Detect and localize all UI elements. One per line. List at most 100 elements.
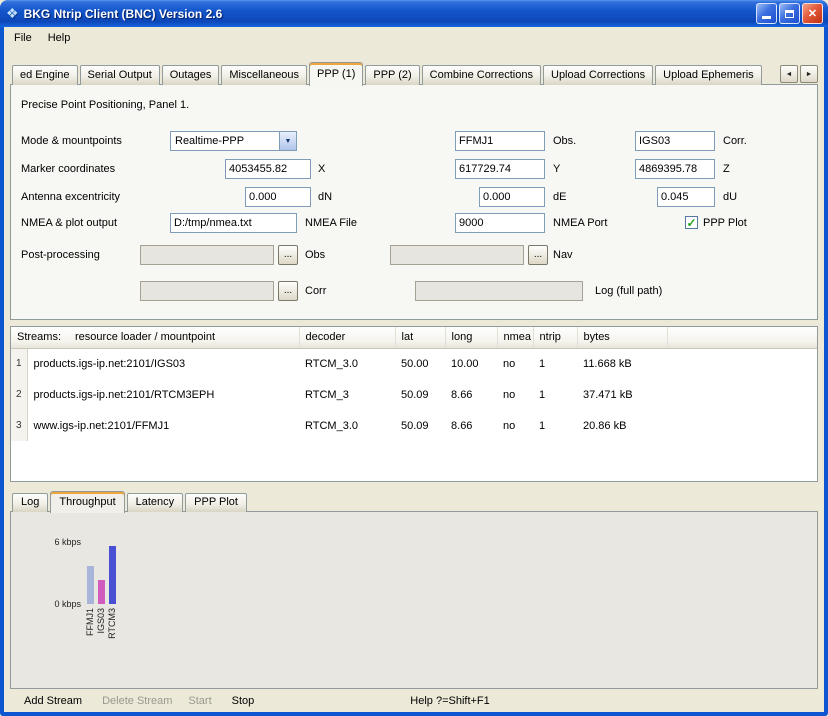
post-obs-browse-button[interactable]: ... — [278, 245, 298, 265]
y-label: Y — [553, 159, 560, 179]
post-processing-label: Post-processing — [21, 245, 100, 265]
cell-bytes: 11.668 kB — [577, 348, 667, 379]
de-label: dE — [553, 187, 566, 207]
cell-ntrip: 1 — [533, 348, 577, 379]
stop-button[interactable]: Stop — [226, 695, 261, 707]
marker-z-input[interactable] — [635, 159, 715, 179]
row-number: 2 — [11, 379, 27, 410]
footer-bar: Add Stream Delete Stream Start Stop Help… — [10, 689, 818, 712]
delete-stream-button[interactable]: Delete Stream — [96, 695, 178, 707]
col-header-bytes: bytes — [577, 327, 667, 348]
col-header-decoder: decoder — [299, 327, 395, 348]
marker-y-input[interactable] — [455, 159, 545, 179]
add-stream-button[interactable]: Add Stream — [18, 695, 88, 707]
minimize-button[interactable] — [756, 3, 777, 24]
corr-label: Corr. — [723, 131, 747, 151]
post-log-label: Log (full path) — [595, 281, 662, 301]
panel-title: Precise Point Positioning, Panel 1. — [21, 99, 189, 111]
tab-upload-corrections[interactable]: Upload Corrections — [543, 65, 653, 85]
tab-upload-ephemeris[interactable]: Upload Ephemeris — [655, 65, 762, 85]
antenna-du-input[interactable] — [657, 187, 715, 207]
post-nav-input[interactable] — [390, 245, 524, 265]
nmea-port-input[interactable] — [455, 213, 545, 233]
xlabel-rtcm3: RTCM3 — [107, 608, 117, 639]
cell-bytes: 37.471 kB — [577, 379, 667, 410]
post-corr-browse-button[interactable]: ... — [278, 281, 298, 301]
ppp-plot-checkbox[interactable]: ✓ — [685, 216, 698, 229]
window-title: BKG Ntrip Client (BNC) Version 2.6 — [24, 7, 754, 21]
close-button[interactable]: ✕ — [802, 3, 823, 24]
row-number: 1 — [11, 348, 27, 379]
checkmark-icon: ✓ — [686, 218, 696, 228]
tab-scroll-left-button[interactable]: ◄ — [780, 65, 798, 83]
menu-file[interactable]: File — [6, 29, 40, 47]
streams-header-row: Streams: resource loader / mountpoint dec… — [11, 327, 817, 348]
cell-ntrip: 1 — [533, 410, 577, 441]
cell-lat: 50.00 — [395, 348, 445, 379]
tab-combine-corrections[interactable]: Combine Corrections — [422, 65, 541, 85]
tab-throughput[interactable]: Throughput — [50, 491, 124, 513]
bar-ffmj1 — [87, 566, 94, 604]
cell-nmea: no — [497, 379, 533, 410]
app-icon: ❖ — [6, 5, 19, 22]
antenna-de-input[interactable] — [479, 187, 545, 207]
tab-serial-output[interactable]: Serial Output — [80, 65, 160, 85]
post-obs-label: Obs — [305, 245, 325, 265]
cell-nmea: no — [497, 410, 533, 441]
ppp-plot-label: PPP Plot — [703, 213, 747, 233]
tab-ppp-plot[interactable]: PPP Plot — [185, 493, 247, 512]
mode-dropdown[interactable]: Realtime-PPP ▼ — [170, 131, 297, 151]
start-button[interactable]: Start — [182, 695, 217, 707]
x-label: X — [318, 159, 325, 179]
tab-ppp-2[interactable]: PPP (2) — [365, 65, 419, 85]
streams-label: Streams: — [17, 331, 61, 343]
post-nav-browse-button[interactable]: ... — [528, 245, 548, 265]
mountpoint-header-label: resource loader / mountpoint — [75, 331, 215, 343]
bar-rtcm3 — [109, 546, 116, 604]
row-number: 3 — [11, 410, 27, 441]
stream-row-2[interactable]: 2 products.igs-ip.net:2101/RTCM3EPH RTCM… — [11, 379, 817, 410]
maximize-button[interactable] — [779, 3, 800, 24]
antenna-dn-input[interactable] — [245, 187, 311, 207]
post-corr-label: Corr — [305, 281, 326, 301]
help-shortcut-text: Help ?=Shift+F1 — [410, 695, 490, 707]
tab-outages[interactable]: Outages — [162, 65, 220, 85]
cell-bytes: 20.86 kB — [577, 410, 667, 441]
nmea-port-label: NMEA Port — [553, 213, 607, 233]
menu-help[interactable]: Help — [40, 29, 79, 47]
tab-latency[interactable]: Latency — [127, 493, 184, 512]
scroll-right-icon: ► — [806, 71, 813, 78]
marker-coordinates-label: Marker coordinates — [21, 159, 115, 179]
obs-mountpoint-input[interactable] — [455, 131, 545, 151]
post-corr-input[interactable] — [140, 281, 274, 301]
cell-lat: 50.09 — [395, 410, 445, 441]
ytick-bottom: 0 kbps — [29, 599, 81, 609]
cell-decoder: RTCM_3.0 — [299, 348, 395, 379]
tab-ppp-1[interactable]: PPP (1) — [309, 62, 363, 86]
bar-igs03 — [98, 580, 105, 604]
cell-decoder: RTCM_3.0 — [299, 410, 395, 441]
mode-label: Mode & mountpoints — [21, 131, 122, 151]
post-log-input[interactable] — [415, 281, 583, 301]
post-obs-input[interactable] — [140, 245, 274, 265]
mode-dropdown-value: Realtime-PPP — [171, 135, 279, 147]
tab-scroll-right-button[interactable]: ► — [800, 65, 818, 83]
cell-ntrip: 1 — [533, 379, 577, 410]
marker-x-input[interactable] — [225, 159, 311, 179]
du-label: dU — [723, 187, 737, 207]
tab-miscellaneous[interactable]: Miscellaneous — [221, 65, 307, 85]
chart-x-labels: FFMJ1 IGS03 RTCM3 — [85, 608, 117, 639]
tab-log[interactable]: Log — [12, 493, 48, 512]
col-header-filler — [667, 327, 817, 348]
cell-lat: 50.09 — [395, 379, 445, 410]
ppp-panel: Precise Point Positioning, Panel 1. Mode… — [10, 84, 818, 320]
corr-mountpoint-input[interactable] — [635, 131, 715, 151]
tab-feed-engine[interactable]: ed Engine — [12, 65, 78, 85]
cell-long: 10.00 — [445, 348, 497, 379]
z-label: Z — [723, 159, 730, 179]
stream-row-3[interactable]: 3 www.igs-ip.net:2101/FFMJ1 RTCM_3.0 50.… — [11, 410, 817, 441]
col-header-long: long — [445, 327, 497, 348]
stream-row-1[interactable]: 1 products.igs-ip.net:2101/IGS03 RTCM_3.… — [11, 348, 817, 379]
nmea-file-input[interactable] — [170, 213, 297, 233]
throughput-chart: 6 kbps 0 kbps FFMJ1 IGS03 RTCM3 — [10, 511, 818, 689]
